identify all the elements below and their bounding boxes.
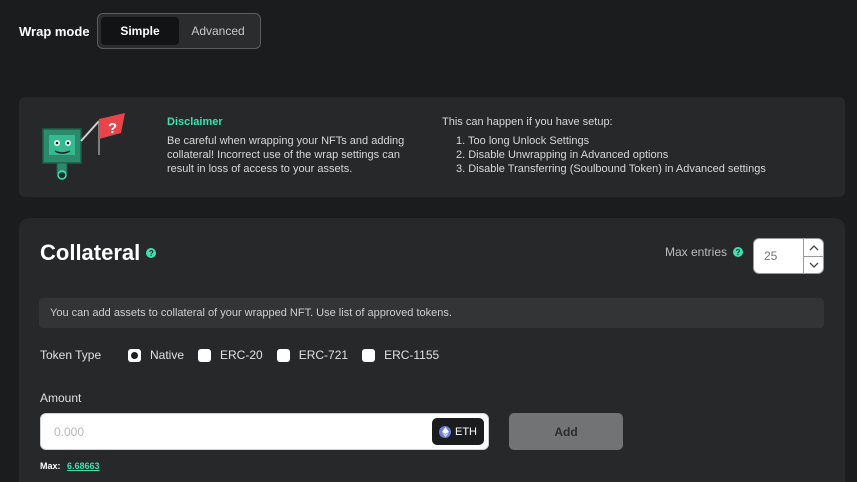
amount-input[interactable] (41, 414, 421, 449)
checkbox[interactable] (362, 348, 376, 362)
currency-selector[interactable]: ETH (432, 418, 484, 445)
collateral-info: You can add assets to collateral of your… (39, 298, 824, 328)
currency-label: ETH (455, 425, 477, 438)
stepper-down-button[interactable] (804, 256, 823, 273)
token-type-native[interactable]: Native (128, 348, 184, 362)
checkbox[interactable] (198, 348, 212, 362)
option-label: ERC-721 (298, 348, 349, 362)
disclaimer-panel: ? Disclaimer Be careful when wrapping yo… (19, 97, 845, 197)
option-label: ERC-20 (220, 348, 263, 362)
max-label: Max: (40, 461, 61, 471)
stepper-up-button[interactable] (804, 239, 823, 256)
token-type-erc20[interactable]: ERC-20 (198, 348, 263, 362)
collateral-title: Collateral ? (40, 240, 157, 266)
help-icon[interactable]: ? (733, 247, 744, 257)
question-flag-robot-illustration: ? (39, 111, 143, 183)
max-value-link[interactable]: 6.68663 (67, 461, 100, 471)
wrap-mode-advanced-button[interactable]: Advanced (179, 17, 257, 45)
list-item: 3. Disable Transferring (Soulbound Token… (456, 163, 766, 175)
wrap-mode-toggle: Simple Advanced (97, 13, 261, 49)
amount-field: ETH (40, 413, 489, 450)
svg-text:?: ? (108, 120, 117, 137)
chevron-up-icon (809, 244, 818, 250)
token-type-label: Token Type (40, 348, 102, 362)
collateral-panel: Collateral ? Max entries ? You can add a… (19, 218, 845, 482)
list-item: 2. Disable Unwrapping in Advanced option… (456, 149, 669, 161)
help-icon[interactable]: ? (146, 248, 157, 258)
max-entries-input[interactable] (754, 239, 804, 273)
disclaimer-conditions: This can happen if you have setup: 1. To… (442, 116, 832, 176)
wrap-mode-simple-button[interactable]: Simple (101, 17, 179, 45)
add-button[interactable]: Add (509, 413, 623, 450)
amount-label: Amount (40, 391, 82, 405)
max-balance: Max: 6.68663 (40, 461, 100, 471)
max-entries-label: Max entries ? (665, 245, 744, 259)
disclaimer-body: Disclaimer Be careful when wrapping your… (167, 116, 429, 176)
token-type-selector: Token Type Native ERC-20 ERC-721 ERC-115… (40, 348, 453, 362)
stepper-controls (803, 239, 823, 273)
chevron-down-icon (809, 262, 818, 268)
option-label: ERC-1155 (384, 348, 440, 362)
disclaimer-list-heading: This can happen if you have setup: (442, 116, 613, 128)
list-item: 1. Too long Unlock Settings (456, 135, 590, 147)
token-type-erc1155[interactable]: ERC-1155 (362, 348, 439, 362)
wrap-mode-label: Wrap mode (19, 23, 90, 39)
checkbox[interactable] (276, 348, 290, 362)
disclaimer-text: Be careful when wrapping your NFTs and a… (167, 135, 405, 175)
option-label: Native (150, 348, 185, 362)
max-entries-text: Max entries (665, 245, 728, 259)
wrap-mode: Wrap mode Simple Advanced (19, 13, 261, 49)
disclaimer-list: 1. Too long Unlock Settings 2. Disable U… (442, 134, 832, 176)
disclaimer-title: Disclaimer (167, 116, 223, 128)
eth-icon (439, 425, 451, 438)
radio-selected[interactable] (128, 348, 141, 362)
max-entries-stepper (753, 238, 824, 274)
token-type-erc721[interactable]: ERC-721 (276, 348, 349, 362)
collateral-title-text: Collateral (40, 240, 141, 265)
